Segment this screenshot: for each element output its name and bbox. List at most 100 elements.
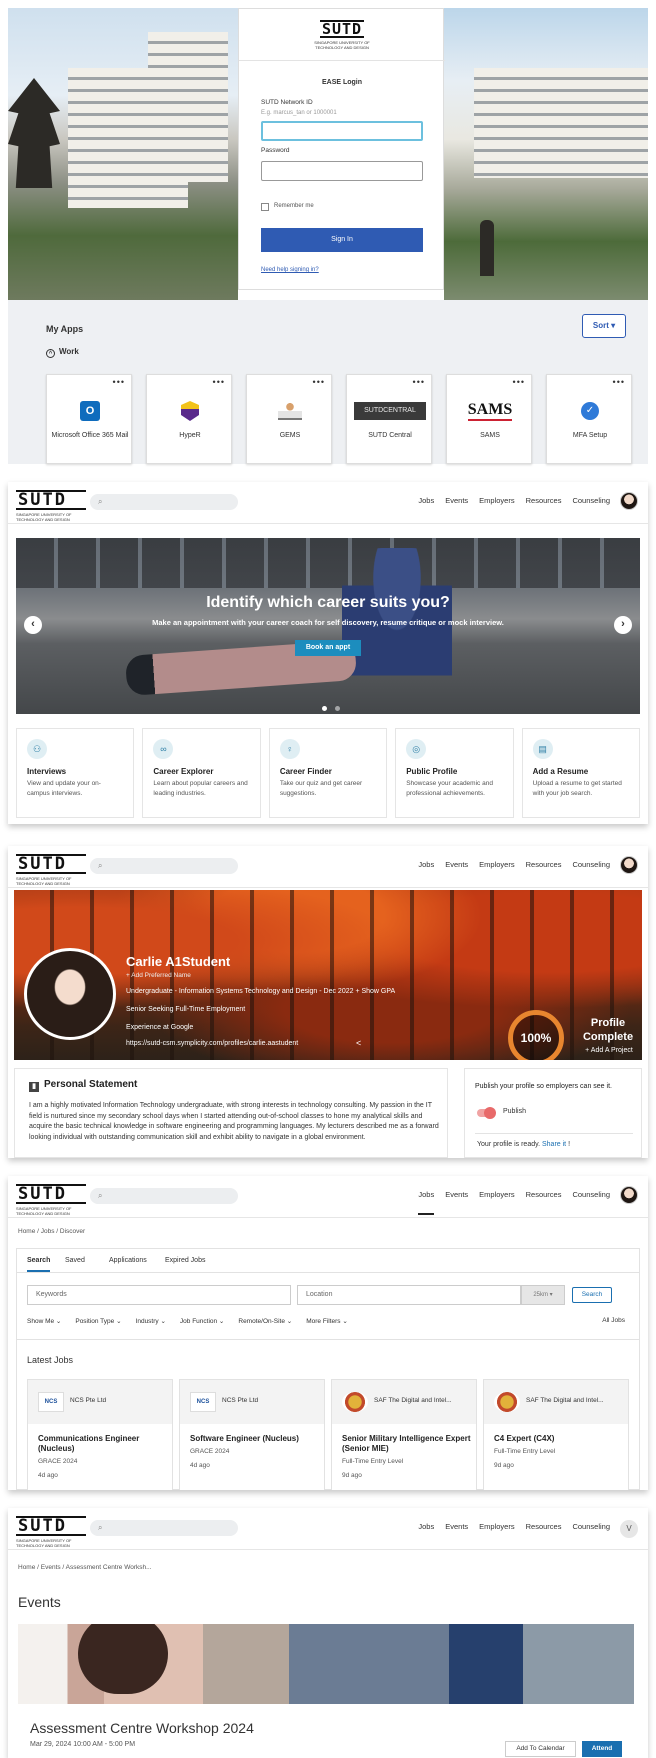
tab-search[interactable]: Search (27, 1257, 51, 1272)
app-tile[interactable]: ••• SAMS SAMS (446, 374, 532, 464)
add-project-link[interactable]: + Add A Project (576, 1047, 642, 1054)
add-to-calendar-button[interactable]: Add To Calendar (505, 1741, 576, 1757)
tab-applications[interactable]: Applications (109, 1257, 147, 1264)
search-input[interactable]: ⌕ (90, 1188, 238, 1204)
app-tile[interactable]: ••• ✓ MFA Setup (546, 374, 632, 464)
filter-job-function[interactable]: Job Function ⌄ (180, 1317, 224, 1325)
filter-more[interactable]: More Filters ⌄ (306, 1317, 348, 1325)
feature-title: Career Explorer (153, 767, 214, 776)
nav-events[interactable]: Events (445, 860, 468, 869)
carousel-dot[interactable] (335, 706, 340, 711)
nav-resources[interactable]: Resources (526, 1190, 562, 1215)
company-name: SAF The Digital and Intel... (526, 1397, 604, 1404)
nav-jobs[interactable]: Jobs (418, 496, 434, 505)
book-appt-button[interactable]: Book an appt (295, 640, 361, 656)
divider (475, 1133, 633, 1134)
nav-resources[interactable]: Resources (526, 496, 562, 505)
app-tile[interactable]: ••• HypeR (146, 374, 232, 464)
more-options-icon[interactable]: ••• (213, 377, 225, 387)
publish-toggle[interactable] (477, 1107, 496, 1119)
nav-employers[interactable]: Employers (479, 860, 514, 869)
job-card[interactable]: SAF The Digital and Intel... C4 Expert (… (483, 1379, 629, 1490)
feature-card-interviews[interactable]: ⚇ Interviews View and update your on-cam… (16, 728, 135, 818)
password-input[interactable] (261, 161, 423, 181)
filter-industry[interactable]: Industry ⌄ (136, 1317, 166, 1325)
search-button[interactable]: Search (572, 1287, 612, 1303)
sutd-logo[interactable]: SUTD SINGAPORE UNIVERSITY OF TECHNOLOGY … (16, 1184, 86, 1216)
nav-counseling[interactable]: Counseling (572, 496, 610, 505)
profile-url[interactable]: https://sutd-csm.symplicity.com/profiles… (126, 1040, 298, 1047)
nav-employers[interactable]: Employers (479, 496, 514, 505)
sutd-logo[interactable]: SUTD SINGAPORE UNIVERSITY OF TECHNOLOGY … (16, 854, 86, 886)
job-card[interactable]: NCS NCS Pte Ltd Communications Engineer … (27, 1379, 173, 1490)
feature-card-career-explorer[interactable]: ∞ Career Explorer Learn about popular ca… (142, 728, 261, 818)
nav-events[interactable]: Events (445, 1522, 468, 1531)
job-card[interactable]: SAF The Digital and Intel... Senior Mili… (331, 1379, 477, 1490)
top-navbar: SUTD SINGAPORE UNIVERSITY OF TECHNOLOGY … (8, 1508, 648, 1550)
app-name: MFA Setup (572, 432, 608, 439)
feature-card-public-profile[interactable]: ◎ Public Profile Showcase your academic … (395, 728, 514, 818)
nav-jobs[interactable]: Jobs (418, 860, 434, 869)
share-it-link[interactable]: Share it (542, 1141, 566, 1148)
sort-button[interactable]: Sort ▾ (582, 314, 626, 338)
nav-jobs[interactable]: Jobs (418, 1190, 435, 1215)
sutd-logo[interactable]: SUTD SINGAPORE UNIVERSITY OF TECHNOLOGY … (16, 490, 86, 522)
feature-card-career-finder[interactable]: ♀ Career Finder Take our quiz and get ca… (268, 728, 388, 818)
search-input[interactable]: ⌕ (90, 494, 238, 510)
tab-expired-jobs[interactable]: Expired Jobs (165, 1257, 205, 1264)
work-group-toggle[interactable]: ^ Work (46, 347, 79, 358)
carousel-dot[interactable] (322, 706, 327, 711)
profile-photo[interactable] (24, 948, 116, 1040)
tab-saved[interactable]: Saved (65, 1257, 85, 1264)
app-tile[interactable]: ••• GEMS (246, 374, 332, 464)
nav-events[interactable]: Events (445, 496, 468, 505)
search-input[interactable]: ⌕ (90, 858, 238, 874)
filter-position-type[interactable]: Position Type ⌄ (75, 1317, 121, 1325)
nav-employers[interactable]: Employers (479, 1190, 514, 1215)
nav-counseling[interactable]: Counseling (572, 1522, 610, 1531)
nav-counseling[interactable]: Counseling (572, 1190, 610, 1215)
nav-counseling[interactable]: Counseling (572, 860, 610, 869)
more-options-icon[interactable]: ••• (413, 377, 425, 387)
filter-remote-onsite[interactable]: Remote/On-Site ⌄ (238, 1317, 292, 1325)
distance-select[interactable]: 25km ▾ (521, 1285, 565, 1305)
search-input[interactable]: ⌕ (90, 1520, 238, 1536)
sutd-logo-subtitle: SINGAPORE UNIVERSITY OF TECHNOLOGY AND D… (314, 39, 370, 50)
sutd-logo[interactable]: SUTD SINGAPORE UNIVERSITY OF TECHNOLOGY … (16, 1516, 86, 1548)
avatar[interactable] (620, 492, 638, 510)
feature-card-add-resume[interactable]: ▤ Add a Resume Upload a resume to get st… (521, 728, 641, 818)
more-options-icon[interactable]: ••• (113, 377, 125, 387)
location-input[interactable]: Location (297, 1285, 521, 1305)
avatar[interactable] (620, 856, 638, 874)
app-tile[interactable]: ••• O Microsoft Office 365 Mail (46, 374, 132, 464)
profile-program: Undergraduate - Information Systems Tech… (126, 988, 396, 995)
share-icon[interactable]: < (356, 1038, 361, 1048)
job-card[interactable]: NCS NCS Pte Ltd Software Engineer (Nucle… (179, 1379, 325, 1490)
add-preferred-name-link[interactable]: + Add Preferred Name (126, 972, 191, 979)
network-id-input[interactable] (261, 121, 423, 141)
sign-in-button[interactable]: Sign In (261, 228, 423, 252)
breadcrumb[interactable]: Home / Events / Assessment Centre Worksh… (18, 1564, 152, 1571)
more-options-icon[interactable]: ••• (513, 377, 525, 387)
chevron-left-icon[interactable]: ‹ (24, 616, 42, 634)
more-options-icon[interactable]: ••• (313, 377, 325, 387)
avatar[interactable] (620, 1186, 638, 1204)
breadcrumb[interactable]: Home / Jobs / Discover (18, 1228, 85, 1235)
nav-jobs[interactable]: Jobs (418, 1522, 434, 1531)
all-jobs-link[interactable]: All Jobs (602, 1317, 625, 1324)
nav-employers[interactable]: Employers (479, 1522, 514, 1531)
remember-me-checkbox[interactable] (261, 203, 269, 211)
nav-resources[interactable]: Resources (526, 860, 562, 869)
app-tile[interactable]: ••• SUTDCENTRAL SUTD Central (346, 374, 432, 464)
avatar[interactable]: V (620, 1520, 638, 1538)
chevron-right-icon[interactable]: › (614, 616, 632, 634)
company-logo: NCS (190, 1392, 216, 1412)
more-options-icon[interactable]: ••• (613, 377, 625, 387)
help-signing-in-link[interactable]: Need help signing in? (261, 267, 319, 273)
nav-events[interactable]: Events (445, 1190, 468, 1215)
keywords-input[interactable]: Keywords (27, 1285, 291, 1305)
nav-resources[interactable]: Resources (526, 1522, 562, 1531)
campus-photo-left (8, 8, 238, 300)
filter-show-me[interactable]: Show Me ⌄ (27, 1317, 61, 1325)
attend-button[interactable]: Attend (582, 1741, 622, 1757)
